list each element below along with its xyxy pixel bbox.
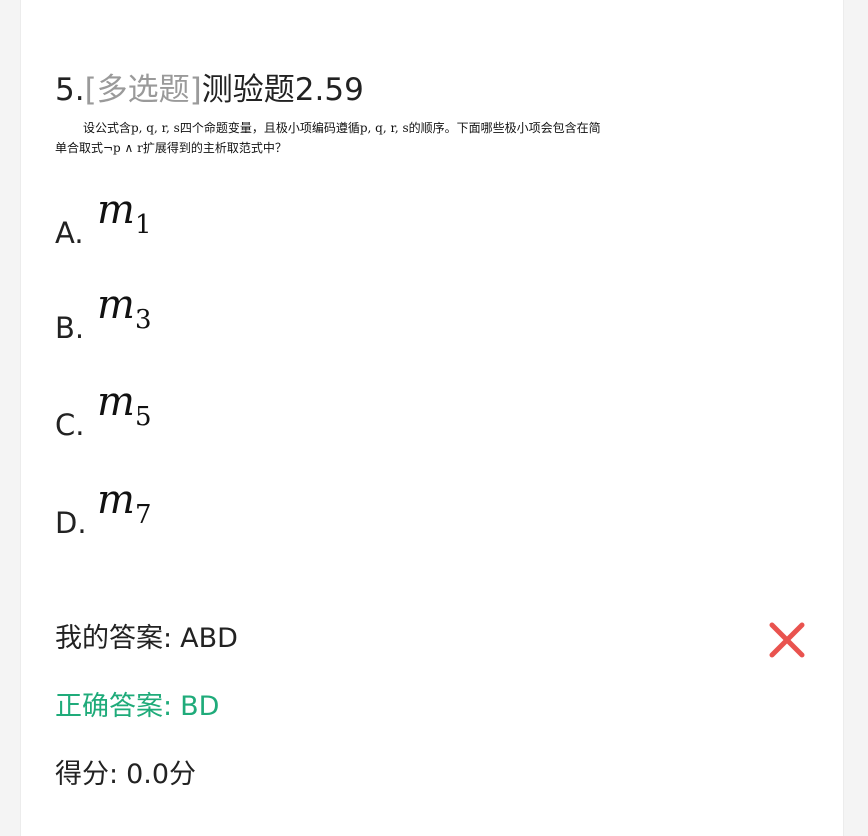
option-formula: m3 [97,282,152,335]
correct-answer-value: BD [180,691,220,722]
score: 得分: 0.0分 [55,758,196,792]
option-formula: m1 [97,187,152,240]
question-number: 5. [55,72,85,108]
correct-answer: 正确答案: BD [55,690,219,724]
my-answer-label: 我的答案: [55,623,173,654]
my-answer-value: ABD [180,623,238,654]
option-b[interactable]: B. m3 [55,285,355,345]
question-body-line-2: 单合取式¬p ∧ r扩展得到的主析取范式中？ [55,141,287,155]
option-letter: B. [55,311,85,345]
question-type: [多选题] [84,72,202,108]
question-card: 5.[多选题]测验题2.59 设公式含p, q, r, s四个命题变量，且极小项… [20,0,844,836]
option-letter: A. [55,216,84,250]
correct-answer-label: 正确答案: [55,691,173,722]
wrong-x-icon [769,622,805,658]
option-letter: C. [55,408,85,442]
question-title: 5.[多选题]测验题2.59 [55,70,364,110]
score-value: 0.0分 [126,759,197,790]
my-answer: 我的答案: ABD [55,622,238,656]
option-formula: m5 [97,379,152,432]
question-body-line-1: 设公式含p, q, r, s四个命题变量，且极小项编码遵循p, q, r, s的… [83,121,601,135]
option-c[interactable]: C. m5 [55,382,355,442]
question-title-text: 测验题2.59 [201,72,364,108]
question-body: 设公式含p, q, r, s四个命题变量，且极小项编码遵循p, q, r, s的… [55,118,655,158]
score-label: 得分: [55,759,119,790]
option-d[interactable]: D. m7 [55,480,355,540]
option-a[interactable]: A. m1 [55,190,355,250]
option-formula: m7 [97,477,152,530]
option-letter: D. [55,506,87,540]
